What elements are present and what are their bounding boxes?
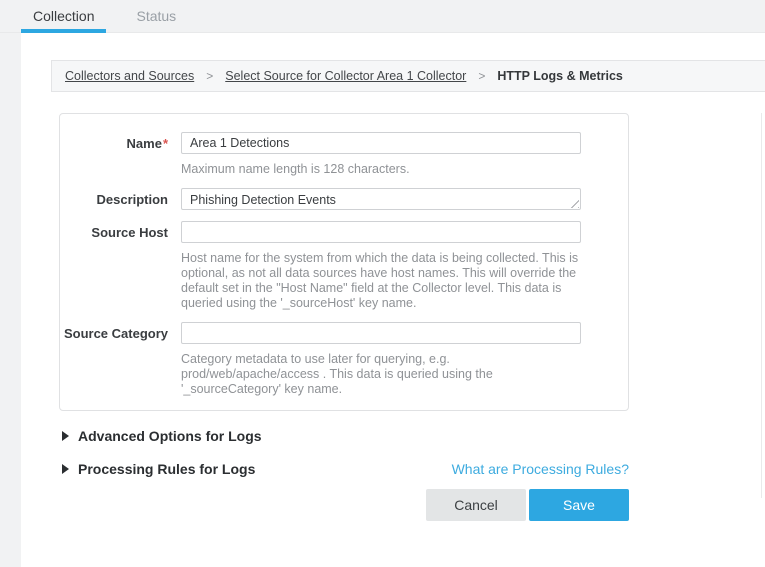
- processing-rules-line: Processing Rules for Logs What are Proce…: [62, 461, 629, 477]
- breadcrumb-separator: >: [478, 69, 485, 83]
- breadcrumb: Collectors and Sources > Select Source f…: [51, 60, 765, 92]
- source-host-help-text: Host name for the system from which the …: [181, 251, 586, 311]
- advanced-options-toggle[interactable]: Advanced Options for Logs: [62, 428, 262, 444]
- name-label-text: Name: [127, 136, 162, 151]
- source-host-label: Source Host: [60, 221, 168, 311]
- breadcrumb-link-select-source[interactable]: Select Source for Collector Area 1 Colle…: [225, 69, 466, 83]
- name-input[interactable]: [181, 132, 581, 154]
- description-field-row: Description Phishing Detection Events: [60, 188, 628, 210]
- name-field-row: Name* Maximum name length is 128 charact…: [60, 132, 628, 177]
- source-host-field-row: Source Host Host name for the system fro…: [60, 221, 628, 311]
- required-asterisk: *: [163, 136, 168, 151]
- save-button[interactable]: Save: [529, 489, 629, 521]
- description-label: Description: [60, 188, 168, 210]
- breadcrumb-current-page: HTTP Logs & Metrics: [497, 69, 622, 83]
- cancel-button[interactable]: Cancel: [426, 489, 526, 521]
- description-textarea[interactable]: Phishing Detection Events: [181, 188, 581, 210]
- name-field: Maximum name length is 128 characters.: [181, 132, 581, 177]
- breadcrumb-link-collectors-and-sources[interactable]: Collectors and Sources: [65, 69, 194, 83]
- name-label: Name*: [60, 132, 168, 177]
- name-help-text: Maximum name length is 128 characters.: [181, 162, 586, 177]
- source-category-label: Source Category: [60, 322, 168, 397]
- source-host-input[interactable]: [181, 221, 581, 243]
- description-label-text: Description: [96, 192, 168, 207]
- source-category-field-row: Source Category Category metadata to use…: [60, 322, 628, 397]
- tab-status-label: Status: [136, 8, 176, 24]
- source-config-panel: Name* Maximum name length is 128 charact…: [59, 113, 629, 411]
- tab-collection-label: Collection: [33, 8, 94, 24]
- action-buttons: Cancel Save: [59, 489, 629, 521]
- tab-collection[interactable]: Collection: [21, 0, 106, 32]
- source-category-label-text: Source Category: [64, 326, 168, 341]
- left-gutter: [0, 33, 21, 567]
- source-host-label-text: Source Host: [91, 225, 168, 240]
- content-right-border: [761, 113, 762, 498]
- source-host-field: Host name for the system from which the …: [181, 221, 581, 311]
- advanced-options-label: Advanced Options for Logs: [78, 428, 262, 444]
- source-category-help-text: Category metadata to use later for query…: [181, 352, 586, 397]
- advanced-options-line: Advanced Options for Logs: [62, 428, 629, 444]
- source-category-field: Category metadata to use later for query…: [181, 322, 581, 397]
- breadcrumb-separator: >: [206, 69, 213, 83]
- triangle-right-icon: [62, 431, 69, 441]
- processing-rules-label: Processing Rules for Logs: [78, 461, 255, 477]
- source-category-input[interactable]: [181, 322, 581, 344]
- collapsible-sections: Advanced Options for Logs Processing Rul…: [62, 428, 629, 477]
- page: Collection Status Collectors and Sources…: [0, 0, 765, 567]
- tab-status[interactable]: Status: [124, 0, 188, 32]
- main-content: Collectors and Sources > Select Source f…: [21, 33, 765, 521]
- description-field: Phishing Detection Events: [181, 188, 581, 210]
- triangle-right-icon: [62, 464, 69, 474]
- processing-rules-help-link[interactable]: What are Processing Rules?: [452, 461, 629, 477]
- tab-bar: Collection Status: [0, 0, 765, 33]
- processing-rules-toggle[interactable]: Processing Rules for Logs: [62, 461, 255, 477]
